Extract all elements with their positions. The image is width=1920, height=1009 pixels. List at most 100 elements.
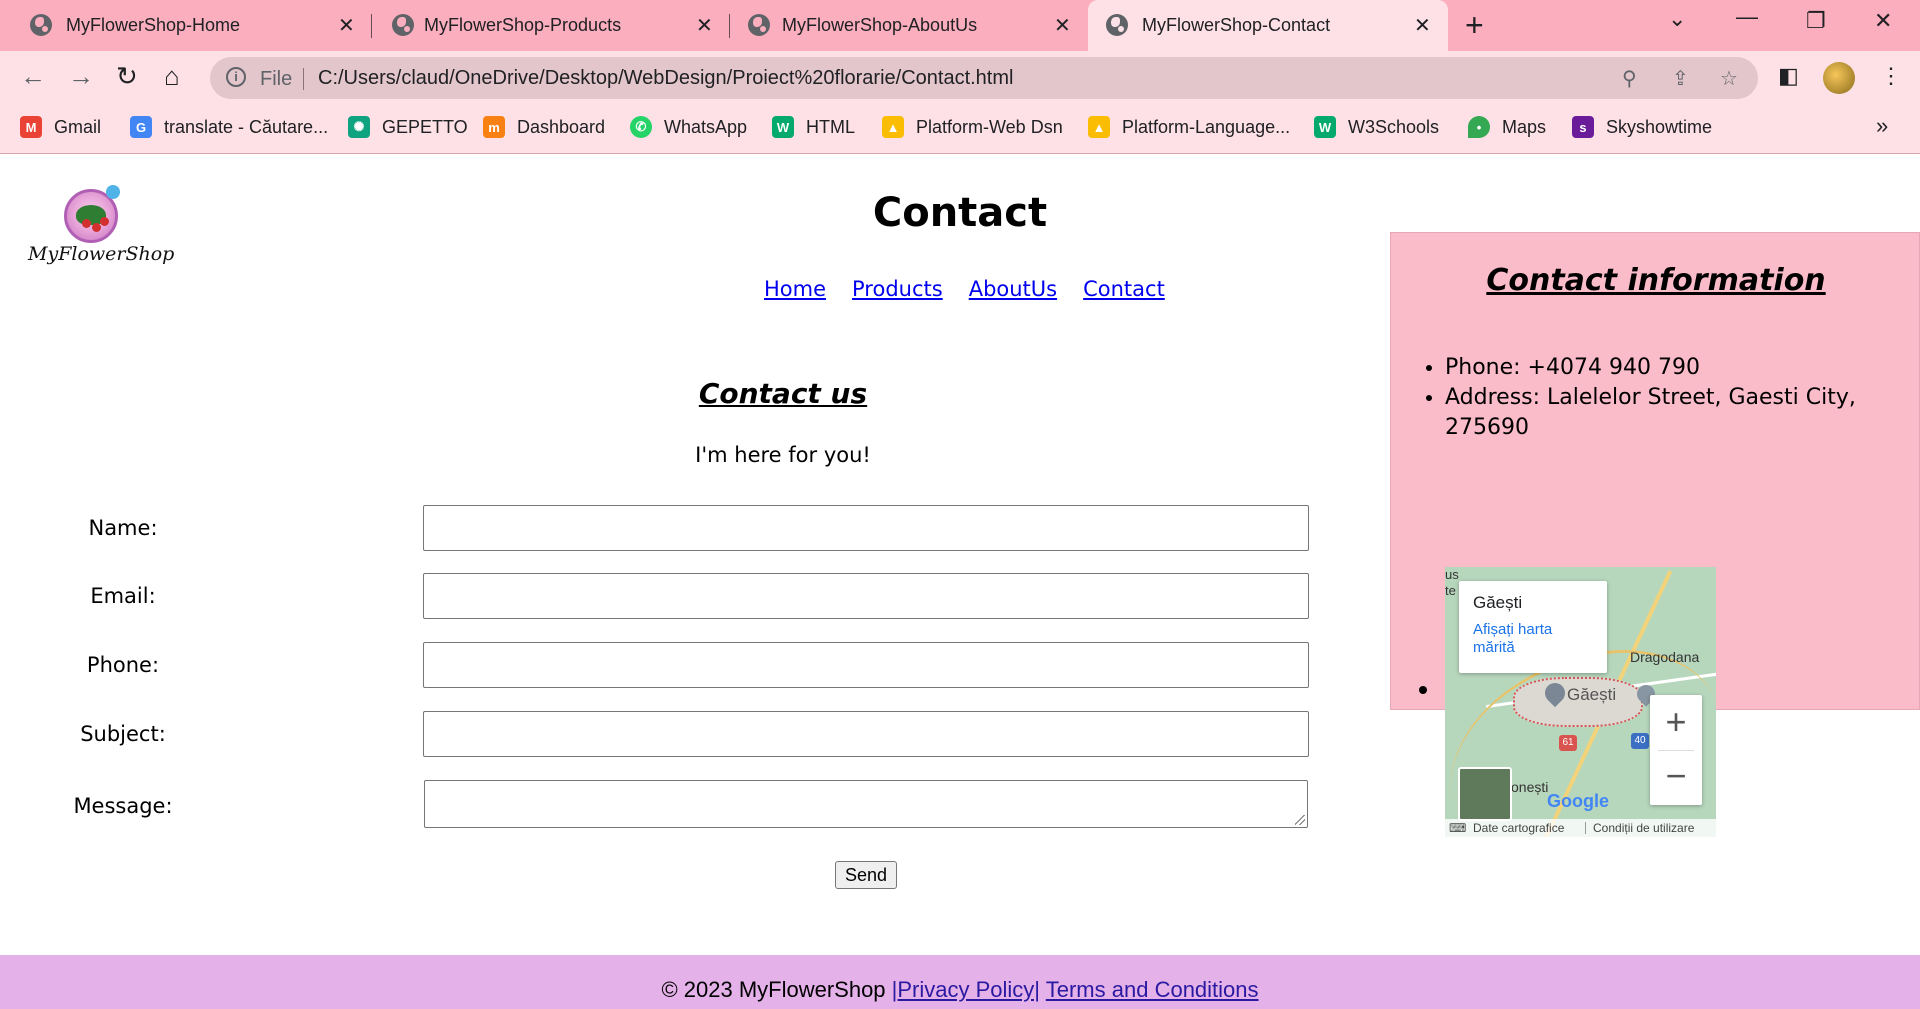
name-field[interactable] [423,505,1309,551]
bookmark-gmail[interactable]: M Gmail [20,116,101,138]
nav-link-products[interactable]: Products [852,277,943,301]
satellite-toggle[interactable] [1458,767,1512,821]
map-embed[interactable]: Găești Dragodana onești us te 61 40 Găeș… [1445,567,1716,837]
privacy-policy-link[interactable]: |Privacy Policy| [892,977,1040,1002]
close-window-button[interactable]: ✕ [1874,8,1892,34]
nav-link-aboutus[interactable]: AboutUs [969,277,1057,301]
share-icon[interactable]: ⇪ [1672,66,1689,91]
map-label: onești [1511,779,1549,795]
bookmark-label: Platform-Language... [1122,116,1291,137]
map-town-label: Găești [1567,685,1617,704]
bookmark-html[interactable]: W HTML [772,116,855,138]
bookmark-translate[interactable]: G translate - Căutare... [130,116,328,138]
bookmark-platform-web[interactable]: ▲ Platform-Web Dsn [882,116,1063,138]
intro-text: I'm here for you! [695,443,871,467]
google-drive-icon: ▲ [882,116,904,138]
bookmark-whatsapp[interactable]: ✆ WhatsApp [630,116,747,138]
tab-title: MyFlowerShop-AboutUs [782,15,978,35]
map-attribution: ⌨ Date cartografice Condiții de utilizar… [1445,819,1716,837]
browser-toolbar: ← → ↻ ⌂ i File C:/Users/claud/OneDrive/D… [0,51,1920,105]
email-field[interactable] [423,573,1309,619]
map-label: us [1445,567,1459,582]
map-data-link[interactable]: Date cartografice [1473,821,1564,835]
globe-icon [748,14,770,36]
map-list-bullet [1419,686,1427,694]
tab-home[interactable]: MyFlowerShop-Home ✕ [0,0,372,51]
tab-aboutus[interactable]: MyFlowerShop-AboutUs ✕ [730,0,1088,51]
back-arrow-icon[interactable]: ← [20,61,46,91]
logo-berry [82,219,91,228]
nav-link-home[interactable]: Home [764,277,826,301]
message-label: Message: [73,794,173,818]
map-place-title: Găești [1473,593,1523,612]
resize-handle-icon[interactable] [1295,815,1305,825]
phone-item: Phone: +4074 940 790 [1445,353,1919,383]
contact-info-heading: Contact information [1486,263,1826,298]
google-drive-icon: ▲ [1088,116,1110,138]
map-terms-link[interactable]: Condiții de utilizare [1593,821,1694,835]
zoom-in-button[interactable]: + [1650,699,1702,745]
bookmark-platform-language[interactable]: ▲ Platform-Language... [1088,116,1290,138]
bookmark-label: Dashboard [517,116,606,137]
attribution-divider [1585,822,1586,834]
close-tab-icon[interactable]: ✕ [338,13,355,38]
bookmark-label: Skyshowtime [1606,116,1713,137]
google-maps-icon: • [1468,116,1490,138]
subject-field[interactable] [423,711,1309,757]
send-button[interactable]: Send [835,861,897,889]
restore-button[interactable]: ❐ [1806,8,1826,34]
zoom-icon[interactable]: ⚲ [1622,66,1637,91]
map-place-card: Găești Afișați harta mărită [1459,581,1607,673]
bookmark-skyshowtime[interactable]: s Skyshowtime [1572,116,1712,138]
view-larger-map-link[interactable]: Afișați harta mărită [1473,621,1593,657]
tab-contact[interactable]: MyFlowerShop-Contact ✕ [1088,0,1448,51]
terms-link[interactable]: Terms and Conditions [1046,977,1259,1002]
phone-field[interactable] [423,642,1309,688]
minimize-button[interactable]: — [1736,4,1758,30]
side-panel-icon[interactable]: ◧ [1778,63,1799,89]
tab-search-chevron-icon[interactable]: ⌄ [1668,6,1686,32]
reload-icon[interactable]: ↻ [116,61,138,91]
address-scheme: File [260,68,293,90]
bookmark-label: Maps [1502,116,1547,137]
close-tab-icon[interactable]: ✕ [696,13,713,38]
web-page: MyFlowerShop Contact Home Products About… [0,155,1920,1009]
site-footer: © 2023 MyFlowerShop |Privacy Policy| Ter… [0,955,1920,1009]
bookmark-w3schools[interactable]: W W3Schools [1314,116,1439,138]
message-textarea[interactable] [424,780,1308,828]
bookmark-label: Platform-Web Dsn [916,116,1063,137]
globe-icon [1106,14,1128,36]
site-logo[interactable]: MyFlowerShop [28,185,174,275]
route-shield: 40 [1631,733,1649,749]
bookmark-dashboard[interactable]: m Dashboard [483,116,605,138]
tab-products[interactable]: MyFlowerShop-Products ✕ [372,0,730,51]
bookmark-gepetto[interactable]: ✺ GEPETTO [348,116,468,138]
close-tab-icon[interactable]: ✕ [1054,13,1071,38]
address-divider [303,68,304,90]
tab-strip: MyFlowerShop-Home ✕ MyFlowerShop-Product… [0,0,1920,51]
contact-info-list: Phone: +4074 940 790 Address: Lalelelor … [1445,353,1919,443]
keyboard-icon[interactable]: ⌨ [1449,821,1466,835]
forward-arrow-icon[interactable]: → [68,61,94,91]
new-tab-button[interactable]: + [1465,8,1484,42]
name-label: Name: [88,516,158,540]
bookmarks-overflow-icon[interactable]: » [1876,113,1888,139]
nav-link-contact[interactable]: Contact [1083,277,1165,301]
address-bar[interactable]: i File C:/Users/claud/OneDrive/Desktop/W… [210,57,1758,99]
address-url[interactable]: C:/Users/claud/OneDrive/Desktop/WebDesig… [318,67,1013,90]
bookmarks-bar: M Gmail G translate - Căutare... ✺ GEPET… [0,105,1920,154]
w3schools-icon: W [772,116,794,138]
profile-avatar[interactable] [1823,62,1855,94]
home-icon[interactable]: ⌂ [164,61,180,91]
tab-title: MyFlowerShop-Home [66,15,241,35]
address-item: Address: Lalelelor Street, Gaesti City, … [1445,383,1919,443]
info-icon[interactable]: i [226,67,246,87]
bookmark-maps[interactable]: • Maps [1468,116,1546,138]
zoom-out-button[interactable]: − [1650,753,1702,799]
main-nav: Home Products AboutUs Contact [764,277,1165,301]
zoom-divider [1658,750,1694,751]
menu-kebab-icon[interactable]: ⋮ [1880,63,1902,89]
close-tab-icon[interactable]: ✕ [1414,13,1431,38]
bookmark-star-icon[interactable]: ☆ [1720,66,1738,91]
map-zoom-control: + − [1650,695,1702,805]
